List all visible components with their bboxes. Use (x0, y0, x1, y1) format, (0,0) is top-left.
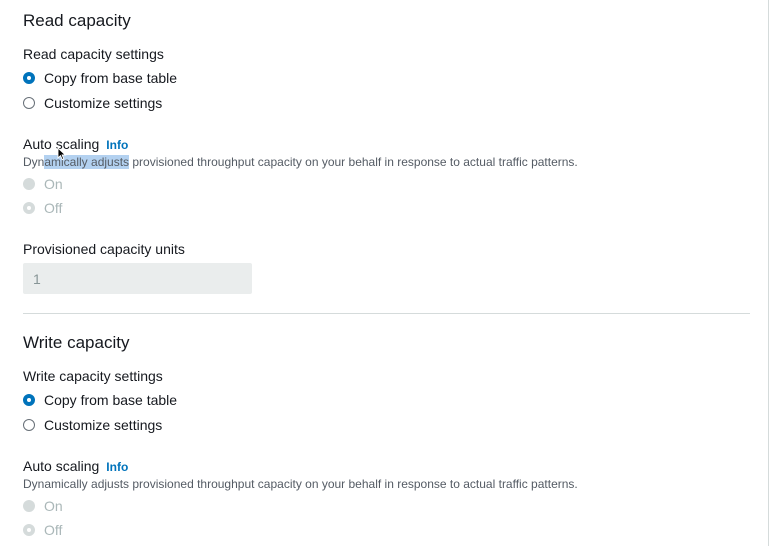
radio-disabled-checked-icon (23, 202, 35, 214)
radio-disabled-icon (23, 500, 35, 512)
read-option-customize-label: Customize settings (44, 95, 163, 111)
radio-checked-icon[interactable] (23, 394, 35, 406)
mouse-pointer-icon (57, 147, 67, 161)
radio-disabled-checked-icon (23, 524, 35, 536)
write-autoscaling-description: Dynamically adjusts provisioned throughp… (23, 477, 578, 491)
desc-text-post: provisioned throughput capacity on your … (129, 155, 578, 169)
read-autoscaling-info-link[interactable]: Info (106, 138, 128, 152)
read-autoscaling-off: Off (23, 198, 62, 218)
write-autoscaling-off: Off (23, 520, 62, 540)
write-autoscaling-header: Auto scaling Info (23, 458, 128, 474)
read-capacity-settings-label: Read capacity settings (23, 46, 164, 62)
read-option-copy-label: Copy from base table (44, 70, 178, 86)
radio-disabled-icon (23, 178, 35, 190)
provisioned-units-label: Provisioned capacity units (23, 241, 185, 257)
read-autoscaling-description: Dynamically adjusts provisioned throughp… (23, 155, 578, 169)
write-capacity-section: Write capacity Write capacity settings C… (23, 322, 753, 546)
write-autoscaling-label: Auto scaling (23, 458, 100, 474)
write-capacity-settings-label: Write capacity settings (23, 368, 163, 384)
read-capacity-section: Read capacity Read capacity settings Cop… (23, 0, 753, 310)
write-option-customize-label: Customize settings (44, 417, 163, 433)
capacity-form: Read capacity Read capacity settings Cop… (0, 0, 776, 546)
write-option-customize[interactable]: Customize settings (23, 415, 162, 435)
read-autoscaling-header: Auto scaling Info (23, 136, 128, 152)
write-autoscaling-on: On (23, 496, 63, 516)
read-autoscaling-on: On (23, 174, 63, 194)
desc-text-pre: Dyn (23, 155, 45, 169)
write-capacity-title: Write capacity (23, 333, 130, 352)
read-capacity-title: Read capacity (23, 11, 131, 30)
radio-unchecked-icon[interactable] (23, 97, 35, 109)
read-autoscaling-on-label: On (44, 176, 63, 192)
provisioned-units-input: 1 (23, 263, 252, 294)
radio-unchecked-icon[interactable] (23, 419, 35, 431)
write-autoscaling-on-label: On (44, 498, 63, 514)
write-autoscaling-info-link[interactable]: Info (106, 460, 128, 474)
write-option-copy-label: Copy from base table (44, 392, 178, 408)
provisioned-units-value: 1 (33, 270, 41, 287)
read-autoscaling-off-label: Off (44, 200, 63, 216)
section-divider (23, 313, 750, 314)
read-option-customize[interactable]: Customize settings (23, 93, 162, 113)
read-option-copy[interactable]: Copy from base table (23, 68, 177, 88)
write-option-copy[interactable]: Copy from base table (23, 390, 177, 410)
radio-checked-icon[interactable] (23, 72, 35, 84)
panel-right-border (768, 0, 769, 546)
write-autoscaling-off-label: Off (44, 522, 63, 538)
